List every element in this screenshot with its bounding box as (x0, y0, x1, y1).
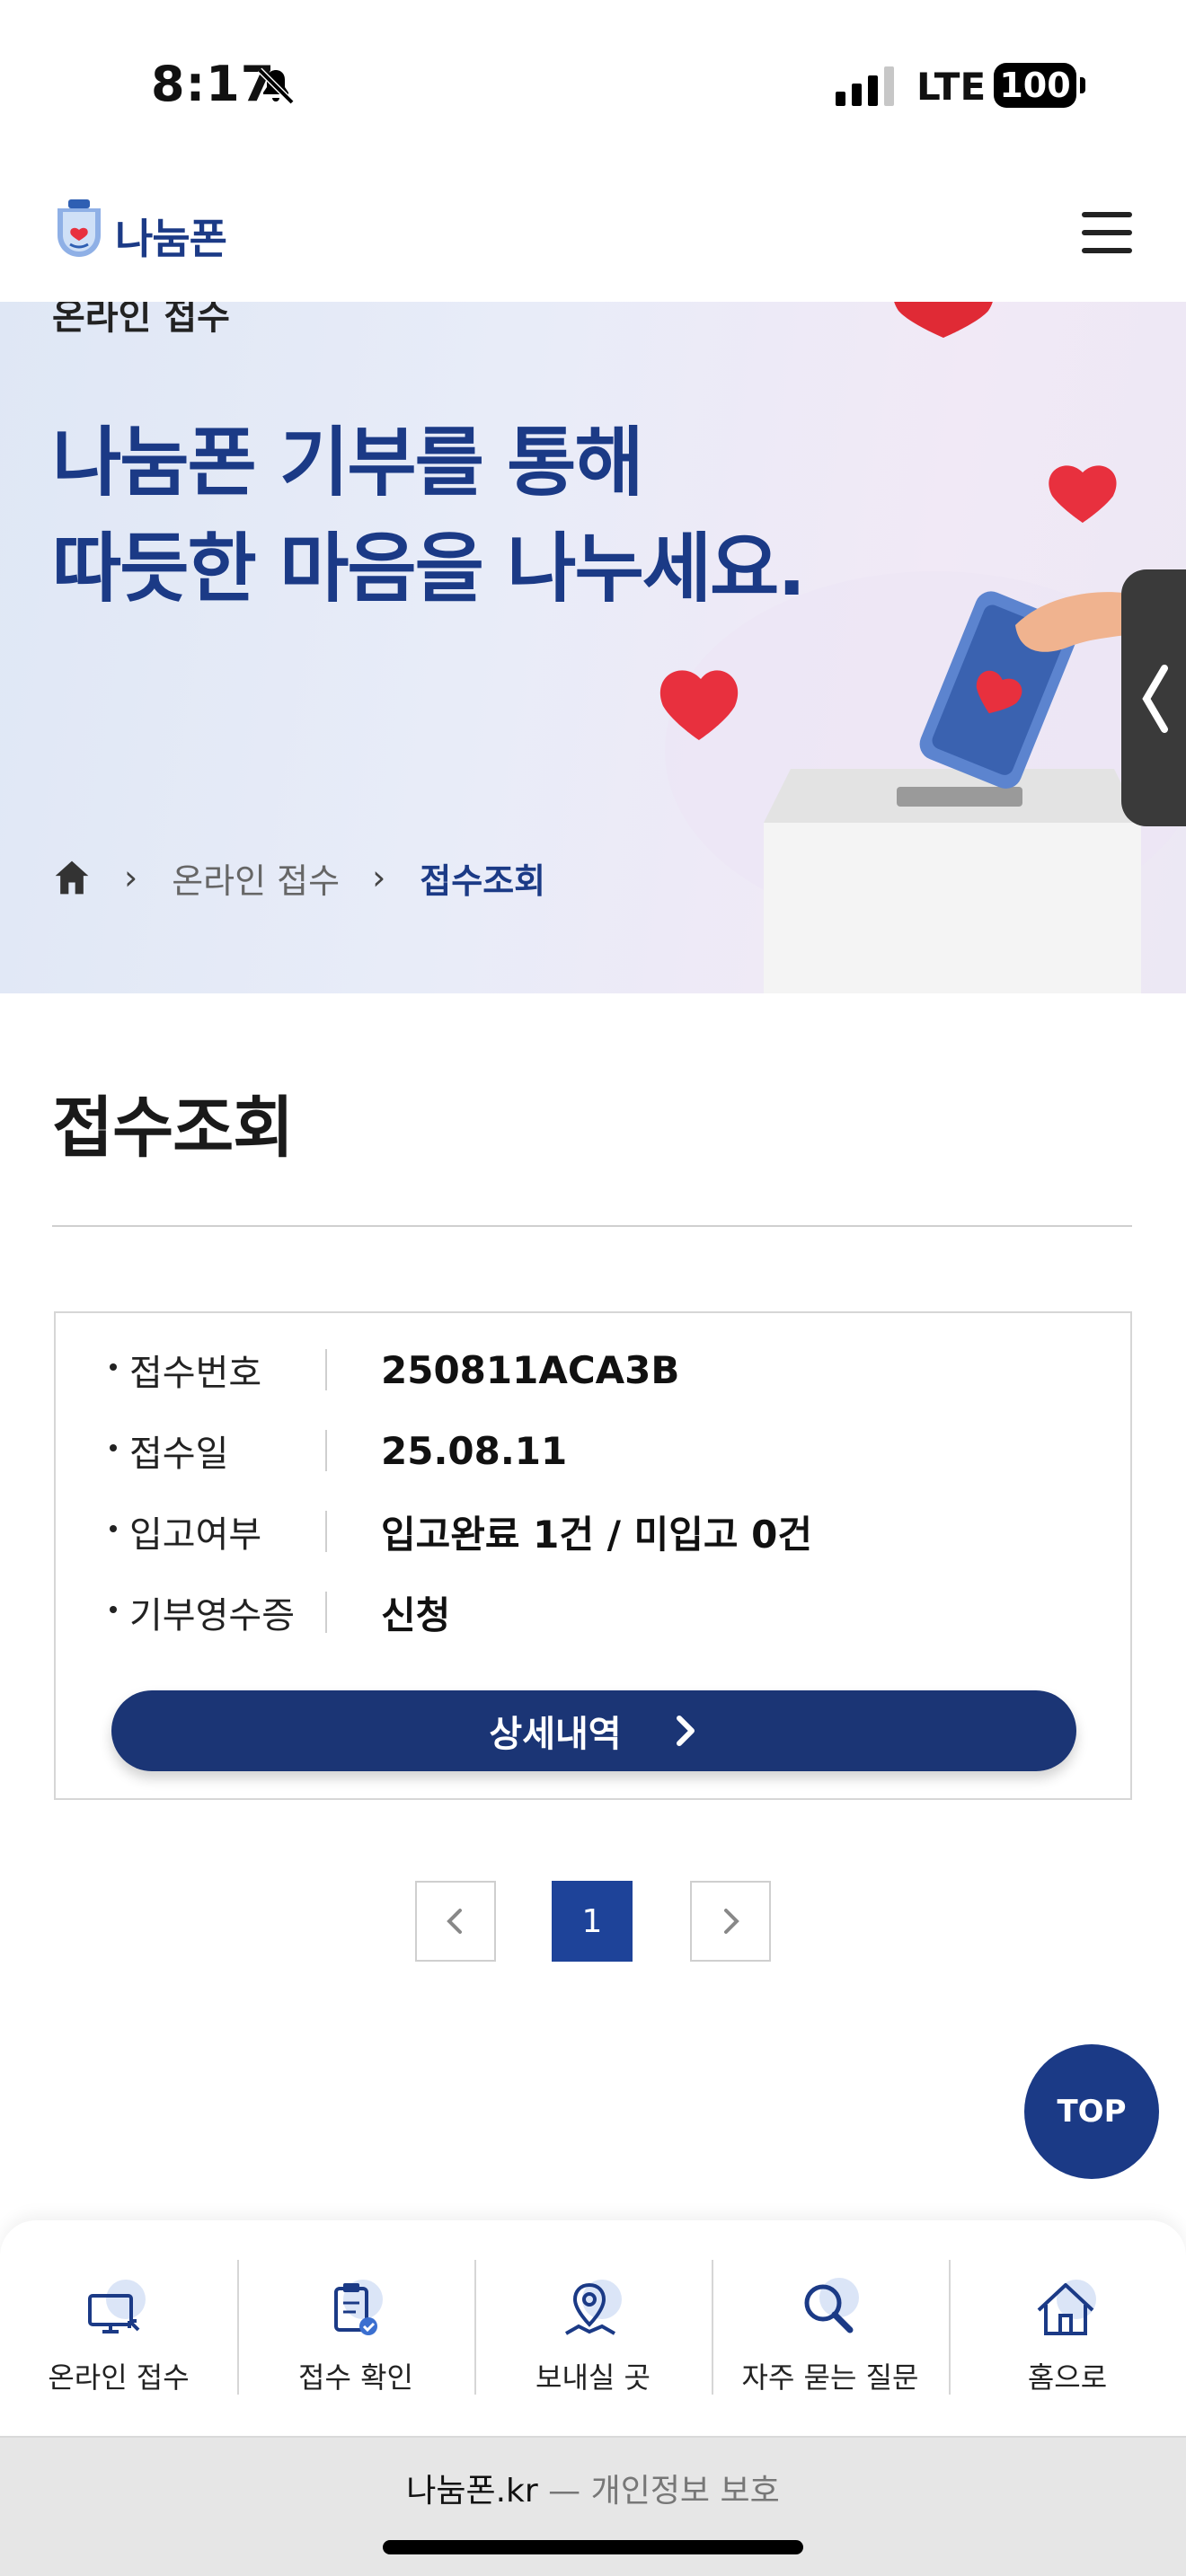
nav-home[interactable]: 홈으로 (949, 2220, 1186, 2436)
clipboard-check-icon (334, 2280, 383, 2335)
logo-icon[interactable] (52, 199, 106, 259)
chevron-right-icon (676, 1716, 695, 1746)
bottom-nav: 온라인 접수 접수 확인 보내실 곳 자주 묻는 질문 홈으로 (0, 2220, 1186, 2436)
detail-button-label: 상세내역 (489, 1714, 622, 1755)
donation-receipt-value: 신청 (381, 1592, 451, 1637)
nav-label: 자주 묻는 질문 (741, 2360, 919, 2395)
receipt-date-label: 접수일 (110, 1425, 325, 1477)
url-text: 나눔폰.kr — 개인정보 보호 (0, 2465, 1186, 2511)
next-page-button[interactable] (690, 1881, 771, 1962)
site-header: 나눔폰 (0, 171, 1186, 302)
status-bar: 8:17 LTE 100 (0, 0, 1186, 171)
receipt-number-label: 접수번호 (110, 1344, 325, 1396)
network-type: LTE (916, 65, 987, 109)
receipt-row: 기부영수증 신청 (110, 1590, 450, 1637)
page-title: 접수조회 (52, 1090, 294, 1167)
url-privacy-note: — 개인정보 보호 (537, 2473, 780, 2510)
nav-faq[interactable]: 자주 묻는 질문 (712, 2220, 949, 2436)
receipt-row: 입고여부 입고완료 1건 / 미입고 0건 (110, 1509, 812, 1557)
row-separator (325, 1430, 327, 1471)
browser-url-bar[interactable]: 나눔폰.kr — 개인정보 보호 (0, 2436, 1186, 2576)
home-icon (1037, 2280, 1096, 2335)
nav-label: 홈으로 (1027, 2360, 1108, 2395)
map-pin-icon (565, 2280, 622, 2335)
chevron-right-icon (724, 1909, 739, 1934)
breadcrumb: › 온라인 접수 › 접수조회 (52, 853, 545, 903)
battery-indicator: 100 (994, 63, 1085, 108)
scroll-top-button[interactable]: TOP (1024, 2044, 1159, 2179)
chevron-right-icon: › (372, 858, 386, 897)
row-separator (325, 1592, 327, 1633)
chevron-left-icon (447, 1909, 462, 1934)
divider (52, 1225, 1132, 1227)
row-separator (325, 1511, 327, 1552)
prev-page-button[interactable] (415, 1881, 496, 1962)
monitor-icon (88, 2280, 146, 2333)
chevron-left-icon (1142, 665, 1168, 733)
receipt-date-value: 25.08.11 (381, 1428, 568, 1473)
nav-label: 온라인 접수 (48, 2360, 190, 2395)
breadcrumb-current[interactable]: 접수조회 (420, 853, 545, 903)
page-1-button[interactable]: 1 (552, 1881, 633, 1962)
hero-banner: 온라인 접수 나눔폰 기부를 통해 따듯한 마음을 나누세요. › 온라인 접수… (0, 302, 1186, 993)
breadcrumb-online-receipt[interactable]: 온라인 접수 (172, 853, 340, 903)
donation-receipt-label: 기부영수증 (110, 1586, 325, 1638)
stock-status-label: 입고여부 (110, 1505, 325, 1557)
url-domain: 나눔폰.kr (406, 2473, 538, 2510)
nav-receipt-check[interactable]: 접수 확인 (237, 2220, 474, 2436)
side-drawer-tab[interactable] (1121, 569, 1186, 826)
home-icon[interactable] (52, 858, 92, 897)
signal-icon (836, 66, 894, 106)
receipt-card: 접수번호 250811ACA3B 접수일 25.08.11 입고여부 입고완료 … (54, 1311, 1132, 1800)
receipt-number-value: 250811ACA3B (381, 1347, 680, 1392)
bell-off-icon (257, 67, 295, 105)
chevron-right-icon: › (124, 858, 138, 897)
nav-label: 접수 확인 (298, 2360, 413, 2395)
receipt-row: 접수번호 250811ACA3B (110, 1347, 680, 1394)
row-separator (325, 1349, 327, 1390)
receipt-row: 접수일 25.08.11 (110, 1428, 568, 1475)
stock-status-value: 입고완료 1건 / 미입고 0건 (381, 1512, 813, 1557)
menu-button[interactable] (1082, 212, 1132, 253)
nav-send-address[interactable]: 보내실 곳 (474, 2220, 712, 2436)
home-indicator[interactable] (383, 2540, 803, 2554)
nav-label: 보내실 곳 (535, 2360, 651, 2395)
logo-text[interactable]: 나눔폰 (115, 207, 227, 266)
nav-online-receipt[interactable]: 온라인 접수 (0, 2220, 237, 2436)
detail-button[interactable]: 상세내역 (111, 1690, 1076, 1771)
search-icon (804, 2278, 859, 2333)
